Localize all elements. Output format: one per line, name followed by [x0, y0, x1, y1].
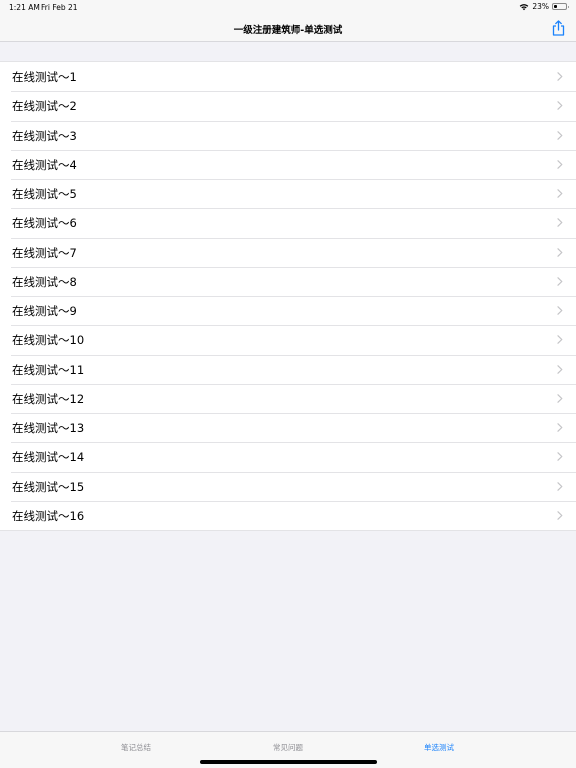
list-item[interactable]: 在线测试～12 [0, 383, 576, 413]
list-item-label: 在线测试～16 [12, 508, 85, 523]
list-item[interactable]: 在线测试～14 [0, 442, 576, 472]
list-item[interactable]: 在线测试～15 [0, 471, 576, 501]
list-item[interactable]: 在线测试～13 [0, 413, 576, 443]
chevron-right-icon [557, 335, 563, 345]
list-item[interactable]: 在线测试～9 [0, 296, 576, 326]
status-bar: 1:21 AM Fri Feb 21 23% [0, 0, 576, 14]
chevron-right-icon [557, 130, 563, 140]
chevron-right-icon [557, 218, 563, 228]
list-item[interactable]: 在线测试～3 [0, 120, 576, 150]
list-item-label: 在线测试～1 [12, 70, 77, 84]
list-item[interactable]: 在线测试～6 [0, 208, 576, 238]
list-item[interactable]: 在线测试～5 [0, 179, 576, 209]
app-screen: 1:21 AM Fri Feb 21 23% 一级注册建筑师-单选测试 在线测试… [0, 0, 576, 768]
list-item-label: 在线测试～8 [12, 274, 77, 289]
list-item[interactable]: 在线测试～4 [0, 149, 576, 179]
list-item[interactable]: 在线测试～16 [0, 500, 576, 530]
chevron-right-icon [557, 393, 563, 403]
chevron-right-icon [557, 510, 563, 520]
home-indicator [200, 760, 377, 764]
chevron-right-icon [557, 159, 563, 169]
share-button[interactable] [550, 19, 566, 37]
battery-tip [567, 5, 569, 8]
status-indicators: 23% [519, 2, 569, 11]
list-item-label: 在线测试～12 [12, 391, 85, 406]
list-item-label: 在线测试～14 [12, 450, 85, 465]
list-item-label: 在线测试～11 [12, 362, 85, 377]
list-item-label: 在线测试～9 [12, 304, 77, 318]
list-item-label: 在线测试～15 [12, 479, 85, 494]
chevron-right-icon [557, 364, 563, 374]
list-item-label: 在线测试～5 [12, 187, 77, 201]
chevron-right-icon [557, 189, 563, 198]
wifi-icon [520, 3, 529, 10]
tab-bar: 笔记总结 常见问题 单选测试 [0, 731, 576, 768]
list-item-label: 在线测试～3 [12, 128, 77, 143]
test-list: 在线测试～1 在线测试～2 在线测试～3 在线测试～4 在线测试～5 在线测试～6 在线测试… [0, 61, 576, 531]
chevron-right-icon [557, 72, 563, 81]
tab-faq[interactable]: 常见问题 [273, 742, 303, 753]
chevron-right-icon [557, 423, 563, 432]
chevron-right-icon [557, 276, 563, 286]
status-time: 1:21 AM [9, 3, 40, 12]
list-item[interactable]: 在线测试～10 [0, 325, 576, 355]
list-item[interactable]: 在线测试～8 [0, 266, 576, 296]
chevron-right-icon [557, 481, 563, 491]
list-item[interactable]: 在线测试～11 [0, 354, 576, 384]
tab-single-choice-test[interactable]: 单选测试 [424, 742, 454, 753]
list-item-label: 在线测试～10 [12, 333, 85, 348]
battery-level-fill [554, 5, 557, 8]
list-item[interactable]: 在线测试～1 [0, 62, 576, 92]
chevron-right-icon [557, 101, 563, 111]
page-title: 一级注册建筑师-单选测试 [233, 25, 343, 36]
chevron-right-icon [557, 247, 563, 257]
battery-icon [552, 3, 569, 10]
list-item-label: 在线测试～13 [12, 421, 85, 435]
battery-percent: 23% [532, 2, 549, 11]
list-item[interactable]: 在线测试～2 [0, 91, 576, 121]
list-item-label: 在线测试～2 [12, 99, 77, 114]
navigation-bar: 一级注册建筑师-单选测试 [0, 14, 576, 42]
tab-notes-summary[interactable]: 笔记总结 [121, 742, 151, 753]
status-date: Fri Feb 21 [41, 3, 78, 12]
list-item[interactable]: 在线测试～7 [0, 237, 576, 267]
list-item-label: 在线测试～4 [12, 157, 77, 172]
list-item-label: 在线测试～7 [12, 245, 77, 260]
share-icon [552, 20, 564, 36]
list-item-label: 在线测试～6 [12, 216, 77, 231]
chevron-right-icon [557, 306, 563, 315]
chevron-right-icon [557, 452, 563, 462]
